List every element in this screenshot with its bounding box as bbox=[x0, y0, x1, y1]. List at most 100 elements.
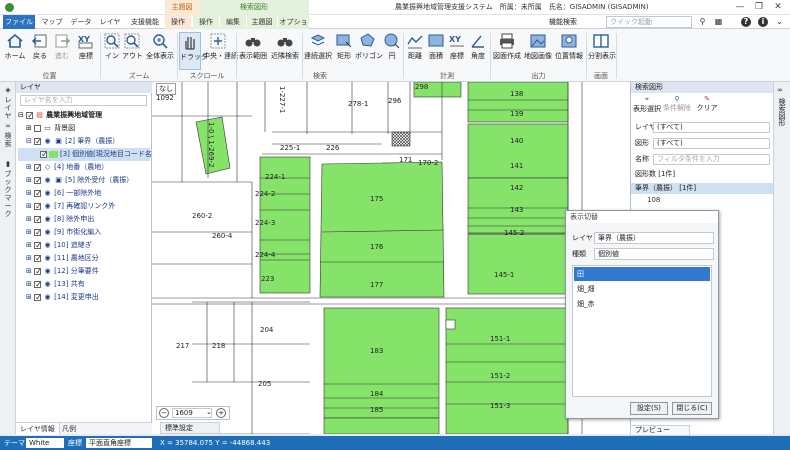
dialog-layer-select[interactable]: 筆界（農振） bbox=[594, 232, 714, 244]
layer-item[interactable]: ⊟ ◉▣[2] 筆界（農振） bbox=[18, 135, 150, 148]
layer-item[interactable]: ⊞ ◉[11] 農地区分 bbox=[18, 252, 150, 265]
layer-item[interactable]: ⊞ ◉[14] 変更申出 bbox=[18, 291, 150, 304]
grid-icon[interactable]: ▦ bbox=[712, 16, 725, 28]
tab-options[interactable]: オプション bbox=[278, 15, 309, 40]
parcel-label: 151-3 bbox=[490, 402, 511, 410]
app-icon bbox=[5, 3, 14, 12]
dialog-kind-select[interactable]: 個別値 bbox=[594, 248, 714, 260]
center-continuous-button[interactable]: 中央・連続 bbox=[203, 32, 238, 70]
display-range-button[interactable]: 表示範囲 bbox=[238, 32, 268, 70]
condition-clear-button[interactable]: ⚲ 条件解除 bbox=[663, 95, 691, 117]
nearby-search-button[interactable]: 近隣検索 bbox=[270, 32, 300, 70]
result-tree-group[interactable]: 筆界（農振） [1件] bbox=[631, 183, 774, 194]
coordinate-system-select[interactable]: 平面直角座標 bbox=[86, 438, 152, 448]
layer-search-input[interactable]: レイヤ名を入力 bbox=[20, 95, 147, 106]
theme-select[interactable]: White bbox=[26, 438, 64, 448]
close-dialog-button[interactable]: 閉じる(C) bbox=[672, 402, 712, 415]
tab-data[interactable]: データ bbox=[67, 15, 95, 29]
back-button[interactable]: 戻る bbox=[30, 32, 50, 70]
result-tree-item[interactable]: 108 bbox=[647, 196, 660, 204]
layer-item[interactable]: ⊞ ◉▣[5] 除外受付（農振） bbox=[18, 174, 150, 187]
measure-coordinate-button[interactable]: XY 座標 bbox=[447, 32, 467, 70]
map-image-button[interactable]: 地図画像 bbox=[523, 32, 553, 70]
zoom-in-button[interactable]: イン bbox=[103, 32, 121, 70]
clear-button[interactable]: ✎ クリア bbox=[693, 95, 721, 117]
full-extent-icon bbox=[153, 34, 168, 49]
tab-layer-info[interactable]: レイヤ情報 bbox=[16, 423, 60, 435]
layer-item[interactable]: ⊞ ▭ 背景図 bbox=[18, 122, 150, 135]
forward-button[interactable]: 進む bbox=[52, 32, 72, 70]
list-item[interactable]: 畑_畑 bbox=[574, 282, 710, 296]
map-settings-tab[interactable]: 標準設定 bbox=[160, 422, 220, 434]
map-canvas[interactable]: 298 138 139 140 141 142 143 145-2 145-1 … bbox=[152, 82, 630, 434]
polygon-select-button[interactable]: ポリゴン bbox=[355, 32, 383, 70]
location-info-button[interactable]: 位置情報 bbox=[554, 32, 584, 70]
side-tab-bookmark[interactable]: ブックマーク bbox=[2, 170, 14, 218]
coordinate-button[interactable]: XY 座標 bbox=[75, 32, 97, 70]
tab-legend[interactable]: 凡例 bbox=[58, 423, 80, 435]
tab-layer[interactable]: レイヤ bbox=[96, 15, 124, 29]
full-extent-button[interactable]: 全体表示 bbox=[145, 32, 175, 70]
restore-button[interactable]: ❐ bbox=[751, 2, 767, 13]
preview-tab[interactable]: プレビュー bbox=[630, 425, 690, 436]
parcel-label: 224-2 bbox=[255, 190, 276, 198]
name-filter-input[interactable]: フィルタ条件を入力 bbox=[653, 154, 770, 165]
rectangle-select-button[interactable]: 矩形 bbox=[334, 32, 354, 70]
bookmark-icon[interactable]: ▮ bbox=[2, 160, 14, 168]
rectangle-icon bbox=[336, 34, 352, 48]
drag-button[interactable]: ドラッグ bbox=[179, 32, 208, 70]
circle-select-button[interactable]: 円 bbox=[383, 32, 401, 70]
zoom-out-icon[interactable]: − bbox=[159, 408, 169, 418]
side-tab-layer[interactable]: レイヤ bbox=[2, 96, 14, 120]
layer-item[interactable]: [3] 個別値[現況地目コード名称] bbox=[18, 148, 162, 161]
layer-side-icon[interactable]: ◈ bbox=[2, 86, 14, 94]
info-icon[interactable]: i bbox=[758, 17, 768, 27]
angle-button[interactable]: 角度 bbox=[468, 32, 488, 70]
layer-tree-root[interactable]: ⊟ ▤農業振興地域管理 bbox=[18, 109, 150, 122]
zoom-in-icon[interactable]: + bbox=[216, 408, 226, 418]
home-button[interactable]: ホーム bbox=[3, 32, 27, 70]
layer-item[interactable]: ⊞ ◉[8] 除外申出 bbox=[18, 213, 150, 226]
side-tab-search[interactable]: 検索 bbox=[2, 132, 14, 148]
tab-operation-search[interactable]: 操作 bbox=[193, 15, 219, 29]
binoculars-icon[interactable]: ⚲ bbox=[696, 16, 709, 28]
list-item[interactable]: 畑_赤 bbox=[574, 297, 710, 311]
continuous-select-button[interactable]: 連続選択 bbox=[304, 32, 332, 70]
distance-button[interactable]: 距離 bbox=[405, 32, 425, 70]
shape-select-button[interactable]: ⌖ 表形選択 bbox=[633, 95, 661, 117]
help-icon[interactable]: ? bbox=[741, 17, 751, 27]
zoom-out-button[interactable]: アウト bbox=[122, 32, 143, 70]
tab-file[interactable]: ファイル bbox=[3, 15, 35, 29]
tab-support[interactable]: 支援機能 bbox=[125, 15, 165, 29]
tab-theme-map[interactable]: 主題図 bbox=[247, 15, 277, 29]
xy-icon: XY bbox=[449, 35, 464, 47]
close-button[interactable]: ✕ bbox=[770, 2, 786, 13]
layer-item[interactable]: ⊞ ◉[12] 分筆要件 bbox=[18, 265, 150, 278]
function-search-input[interactable]: クイック起動 bbox=[606, 16, 692, 28]
parcel-label: 139 bbox=[510, 110, 524, 118]
parcel-label: 217 bbox=[176, 342, 190, 350]
tab-operation-main[interactable]: 操作 bbox=[165, 15, 191, 29]
layer-item[interactable]: ⊞ ◇[4] 地番（農地） bbox=[18, 161, 150, 174]
binoculars-icon[interactable]: ∞ bbox=[777, 86, 783, 94]
layer-select[interactable]: (すべて) bbox=[653, 122, 770, 133]
layer-item[interactable]: ⊞ ◉[9] 市街化編入 bbox=[18, 226, 150, 239]
binoculars-icon[interactable]: ∞ bbox=[2, 122, 14, 130]
layer-item[interactable]: ⊞ ◉[13] 共有 bbox=[18, 278, 150, 291]
ribbon-separator bbox=[616, 33, 617, 79]
minimize-button[interactable]: — bbox=[732, 2, 748, 13]
layer-item[interactable]: ⊞ ◉[7] 再確認リンク外 bbox=[18, 200, 150, 213]
layer-item[interactable]: ⊞ ◉[10] 追継ぎ bbox=[18, 239, 150, 252]
area-button[interactable]: 面積 bbox=[426, 32, 446, 70]
list-item[interactable]: 田 bbox=[574, 267, 710, 281]
tab-edit[interactable]: 編集 bbox=[220, 15, 246, 29]
ok-button[interactable]: 設定(S) bbox=[630, 402, 668, 415]
chevron-down-icon[interactable]: ⌄ bbox=[773, 16, 786, 28]
layer-item[interactable]: ⊞ ◉[6] 一部除外地 bbox=[18, 187, 150, 200]
tab-map[interactable]: マップ bbox=[38, 15, 66, 29]
chevron-down-icon[interactable]: ⌄ bbox=[206, 408, 212, 416]
drawing-create-button[interactable]: 図面作成 bbox=[492, 32, 522, 70]
shape-select[interactable]: (すべて) bbox=[653, 138, 770, 149]
side-tab-search-shape[interactable]: 検索図形 bbox=[777, 98, 787, 126]
split-view-button[interactable]: 分割表示 bbox=[588, 32, 616, 70]
